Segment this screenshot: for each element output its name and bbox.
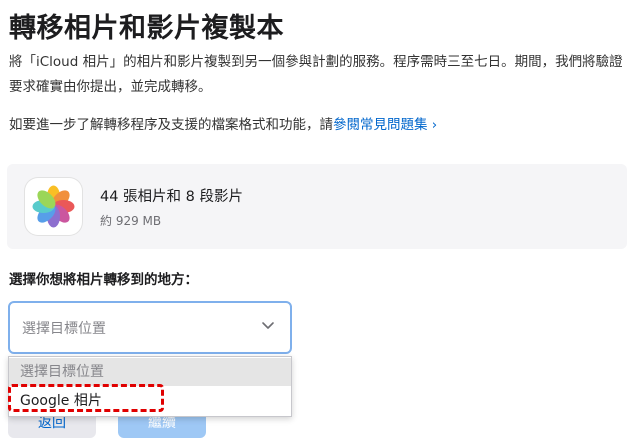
faq-line: 如要進一步了解轉移程序及支援的檔案格式和功能，請參閱常見問題集 › <box>9 113 437 133</box>
destination-options-list: 選擇目標位置 Google 相片 <box>8 356 292 417</box>
faq-link[interactable]: 參閱常見問題集 › <box>333 117 437 133</box>
option-choose-destination[interactable]: 選擇目標位置 <box>9 358 291 386</box>
summary-card: 44 張相片和 8 段影片 約 929 MB <box>7 164 627 249</box>
chevron-down-icon <box>260 317 276 333</box>
select-current-value: 選擇目標位置 <box>22 321 106 337</box>
faq-prefix: 如要進一步了解轉移程序及支援的檔案格式和功能，請 <box>9 117 333 133</box>
media-size: 約 929 MB <box>100 214 162 228</box>
destination-label: 選擇你想將相片轉移到的地方： <box>9 272 198 288</box>
transfer-page: 轉移相片和影片複製本 將「iCloud 相片」的相片和影片複製到另一個參與計劃的… <box>0 0 635 446</box>
photos-app-icon <box>25 178 82 235</box>
intro-text: 將「iCloud 相片」的相片和影片複製到另一個參與計劃的服務。程序需時三至七日… <box>9 54 623 95</box>
option-google-photos[interactable]: Google 相片 <box>9 387 291 415</box>
destination-select[interactable]: 選擇目標位置 <box>8 301 292 354</box>
media-count: 44 張相片和 8 段影片 <box>100 189 244 205</box>
page-title: 轉移相片和影片複製本 <box>9 13 284 44</box>
